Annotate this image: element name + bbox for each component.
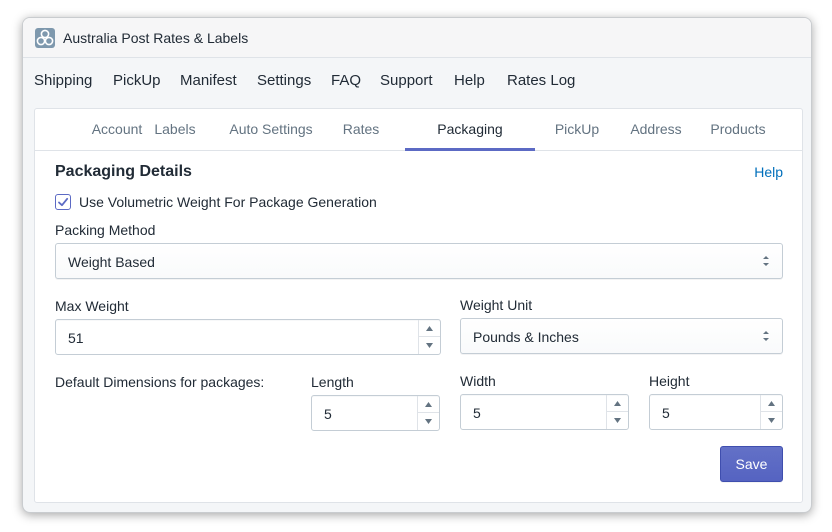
- max-weight-stepper: [418, 320, 440, 354]
- packing-method-select[interactable]: Weight Based: [55, 243, 783, 279]
- save-button[interactable]: Save: [720, 446, 783, 482]
- hexagon-cluster-icon: [35, 28, 55, 48]
- tab-pickup[interactable]: PickUp: [545, 109, 609, 151]
- packing-method-value: Weight Based: [68, 254, 155, 270]
- length-label: Length: [311, 374, 354, 390]
- tab-products[interactable]: Products: [701, 109, 775, 151]
- caret-down-icon: [614, 418, 621, 423]
- width-input[interactable]: 5: [460, 394, 629, 430]
- max-weight-input[interactable]: 51: [55, 319, 441, 355]
- volumetric-weight-label: Use Volumetric Weight For Package Genera…: [79, 194, 377, 210]
- max-weight-decrement[interactable]: [419, 337, 440, 354]
- tab-address[interactable]: Address: [623, 109, 689, 151]
- caret-up-icon: [425, 402, 432, 407]
- app-window: Australia Post Rates & Labels Shipping P…: [22, 17, 812, 513]
- app-title: Australia Post Rates & Labels: [63, 30, 249, 46]
- length-increment[interactable]: [418, 396, 439, 413]
- length-input[interactable]: 5: [311, 395, 440, 431]
- caret-down-icon: [425, 419, 432, 424]
- height-label: Height: [649, 373, 690, 389]
- caret-up-icon: [768, 401, 775, 406]
- default-dimensions-label: Default Dimensions for packages:: [55, 374, 265, 390]
- width-increment[interactable]: [607, 395, 628, 412]
- section-title: Packaging Details: [55, 163, 192, 180]
- height-stepper: [760, 395, 782, 429]
- caret-down-icon: [426, 343, 433, 348]
- settings-tabs: Account Labels Auto Settings Rates Packa…: [35, 109, 802, 151]
- tab-packaging[interactable]: Packaging: [405, 109, 535, 151]
- max-weight-increment[interactable]: [419, 320, 440, 337]
- width-stepper: [606, 395, 628, 429]
- height-increment[interactable]: [761, 395, 782, 412]
- title-bar: Australia Post Rates & Labels: [23, 18, 811, 58]
- top-navigation: Shipping PickUp Manifest Settings FAQ Su…: [23, 70, 811, 94]
- width-value: 5: [473, 405, 481, 421]
- nav-shipping[interactable]: Shipping: [34, 72, 92, 89]
- select-caret-icon: [763, 256, 769, 266]
- tab-labels[interactable]: Labels: [145, 109, 205, 151]
- width-label: Width: [460, 373, 496, 389]
- caret-down-icon: [768, 418, 775, 423]
- max-weight-label: Max Weight: [55, 298, 129, 314]
- max-weight-value: 51: [68, 330, 84, 346]
- packing-method-label: Packing Method: [55, 222, 156, 238]
- weight-unit-label: Weight Unit: [460, 297, 533, 313]
- height-value: 5: [662, 405, 670, 421]
- tab-auto-settings[interactable]: Auto Settings: [221, 109, 321, 151]
- checkmark-icon: [58, 197, 69, 207]
- length-decrement[interactable]: [418, 413, 439, 430]
- weight-unit-value: Pounds & Inches: [473, 329, 579, 345]
- nav-manifest[interactable]: Manifest: [180, 72, 237, 89]
- length-value: 5: [324, 406, 332, 422]
- nav-support[interactable]: Support: [380, 72, 433, 89]
- volumetric-weight-checkbox[interactable]: [55, 194, 71, 210]
- nav-rates-log[interactable]: Rates Log: [507, 72, 575, 89]
- caret-up-icon: [426, 326, 433, 331]
- height-decrement[interactable]: [761, 412, 782, 429]
- width-decrement[interactable]: [607, 412, 628, 429]
- help-link[interactable]: Help: [754, 164, 783, 180]
- tab-rates[interactable]: Rates: [331, 109, 391, 151]
- length-stepper: [417, 396, 439, 430]
- nav-help[interactable]: Help: [454, 72, 485, 89]
- nav-faq[interactable]: FAQ: [331, 72, 361, 89]
- height-input[interactable]: 5: [649, 394, 783, 430]
- packaging-card: Account Labels Auto Settings Rates Packa…: [34, 108, 803, 503]
- caret-up-icon: [614, 401, 621, 406]
- nav-settings[interactable]: Settings: [257, 72, 311, 89]
- select-caret-icon: [763, 331, 769, 341]
- weight-unit-select[interactable]: Pounds & Inches: [460, 318, 783, 354]
- nav-pickup[interactable]: PickUp: [113, 72, 161, 89]
